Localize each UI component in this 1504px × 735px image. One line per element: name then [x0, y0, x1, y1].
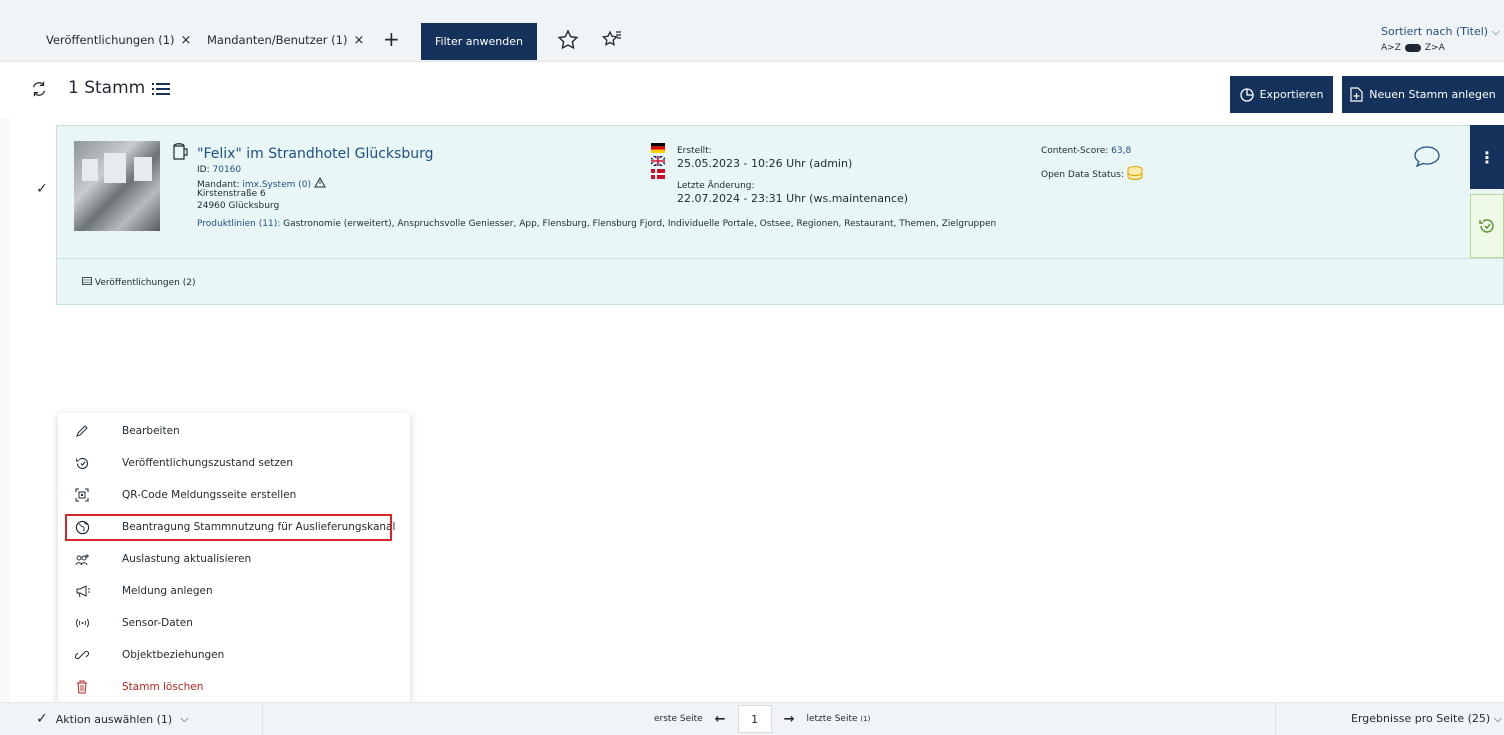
- comment-icon[interactable]: [1413, 144, 1441, 168]
- action-select[interactable]: ✓ Aktion auswählen (1) ⌵: [36, 711, 189, 727]
- menu-item-qr-code[interactable]: QR-Code Meldungsseite erstellen: [58, 479, 410, 511]
- filter-tab-label: Veröffentlichungen (1): [46, 33, 175, 47]
- open-data-status: Open Data Status:: [1041, 166, 1143, 181]
- page-title: 1 Stamm: [68, 78, 146, 98]
- record-card-footer: [56, 259, 1504, 305]
- record-id: ID: 70160: [197, 165, 242, 175]
- menu-item-sensor-data[interactable]: Sensor-Daten: [58, 607, 410, 639]
- created-label: Erstellt:: [677, 146, 712, 156]
- add-filter-button[interactable]: +: [383, 27, 400, 51]
- record-street: Kirstenstraße 6: [197, 189, 266, 199]
- beer-mug-icon: [173, 143, 188, 160]
- content-score: Content-Score: 63,8: [1041, 146, 1132, 156]
- pagination: erste Seite ← 1 → letzte Seite (1): [654, 705, 870, 733]
- chevron-down-icon: ⌵: [1491, 25, 1500, 38]
- filter-bar: [0, 0, 1504, 62]
- publish-state-icon: [74, 455, 90, 471]
- occupancy-icon: [74, 551, 90, 567]
- first-page-link[interactable]: erste Seite: [654, 714, 703, 724]
- export-button[interactable]: Exportieren: [1230, 76, 1333, 113]
- megaphone-icon: [74, 583, 90, 599]
- list-view-icon[interactable]: [152, 82, 170, 96]
- modified-value: 22.07.2024 - 23:31 Uhr (ws.maintenance): [677, 192, 909, 205]
- modified-label: Letzte Änderung:: [677, 181, 755, 191]
- star-list-icon[interactable]: [600, 28, 624, 52]
- export-label: Exportieren: [1259, 88, 1324, 101]
- publications-link[interactable]: Veröffentlichungen (2): [82, 277, 195, 288]
- page-number-input[interactable]: 1: [737, 705, 772, 733]
- close-icon[interactable]: ×: [353, 33, 364, 48]
- warning-icon: [314, 177, 326, 188]
- filter-tab-publications[interactable]: Veröffentlichungen (1) ×: [46, 33, 191, 48]
- apply-filter-button[interactable]: Filter anwenden: [421, 23, 537, 60]
- results-per-page-select[interactable]: Ergebnisse pro Seite (25) ⌵: [1351, 712, 1502, 726]
- sort-desc-label: Z>A: [1424, 43, 1445, 53]
- filter-tab-clients[interactable]: Mandanten/Benutzer (1) ×: [207, 33, 364, 48]
- record-checkbox[interactable]: ✓: [34, 181, 50, 197]
- pie-chart-icon: [1239, 87, 1254, 102]
- record-product-lines: Produktlinien (11): Gastronomie (erweite…: [197, 219, 997, 229]
- record-thumbnail[interactable]: [74, 141, 160, 231]
- sort-label[interactable]: Sortiert nach (Titel) ⌵: [1381, 25, 1504, 39]
- sensor-icon: [74, 615, 90, 631]
- menu-item-publish-state[interactable]: Veröffentlichungszustand setzen: [58, 447, 410, 479]
- filter-tab-label: Mandanten/Benutzer (1): [207, 33, 348, 47]
- left-strip: [0, 62, 10, 702]
- danish-flag-icon: [651, 169, 665, 179]
- pencil-icon: [74, 423, 90, 439]
- divider: [1275, 702, 1276, 735]
- sort-asc-label: A>Z: [1381, 43, 1401, 53]
- arrow-left-icon[interactable]: ←: [715, 712, 726, 727]
- last-page-link[interactable]: letzte Seite (1): [806, 714, 870, 724]
- more-actions-button[interactable]: ⋮: [1470, 125, 1504, 189]
- new-record-label: Neuen Stamm anlegen: [1369, 88, 1496, 101]
- divider: [262, 702, 263, 735]
- check-icon: ✓: [36, 711, 48, 727]
- new-record-button[interactable]: Neuen Stamm anlegen: [1342, 76, 1504, 113]
- menu-item-occupancy[interactable]: Auslastung aktualisieren: [58, 543, 410, 575]
- new-document-icon: [1350, 87, 1363, 102]
- publish-state-button[interactable]: [1470, 194, 1504, 258]
- menu-item-create-message[interactable]: Meldung anlegen: [58, 575, 410, 607]
- publish-state-icon: [1479, 219, 1494, 233]
- arrow-right-icon[interactable]: →: [784, 712, 795, 727]
- menu-item-delete[interactable]: Stamm löschen: [58, 671, 410, 703]
- record-title[interactable]: "Felix" im Strandhotel Glücksburg: [197, 146, 434, 162]
- sort-direction-toggle[interactable]: A>Z Z>A: [1381, 43, 1504, 53]
- chevron-down-icon: ⌵: [180, 712, 189, 725]
- database-icon: [1127, 166, 1143, 181]
- created-value: 25.05.2023 - 10:26 Uhr (admin): [677, 157, 853, 170]
- star-icon[interactable]: [556, 28, 580, 52]
- menu-item-edit[interactable]: Bearbeiten: [58, 415, 410, 447]
- qr-code-icon: [74, 487, 90, 503]
- record-city: 24960 Glücksburg: [197, 201, 280, 211]
- close-icon[interactable]: ×: [181, 33, 192, 48]
- trash-icon: [74, 679, 90, 695]
- chevron-down-icon: ⌵: [1493, 712, 1503, 725]
- context-menu: Bearbeiten Veröffentlichungszustand setz…: [58, 413, 410, 703]
- refresh-icon[interactable]: [30, 80, 48, 98]
- highlight-box: [65, 514, 392, 541]
- link-icon: [74, 647, 90, 663]
- german-flag-icon: [651, 143, 665, 153]
- toggle-switch[interactable]: [1404, 44, 1421, 52]
- menu-item-object-relations[interactable]: Objektbeziehungen: [58, 639, 410, 671]
- table-icon: [82, 277, 92, 285]
- sort-control[interactable]: Sortiert nach (Titel) ⌵ A>Z Z>A: [1381, 25, 1504, 53]
- uk-flag-icon: [651, 156, 665, 166]
